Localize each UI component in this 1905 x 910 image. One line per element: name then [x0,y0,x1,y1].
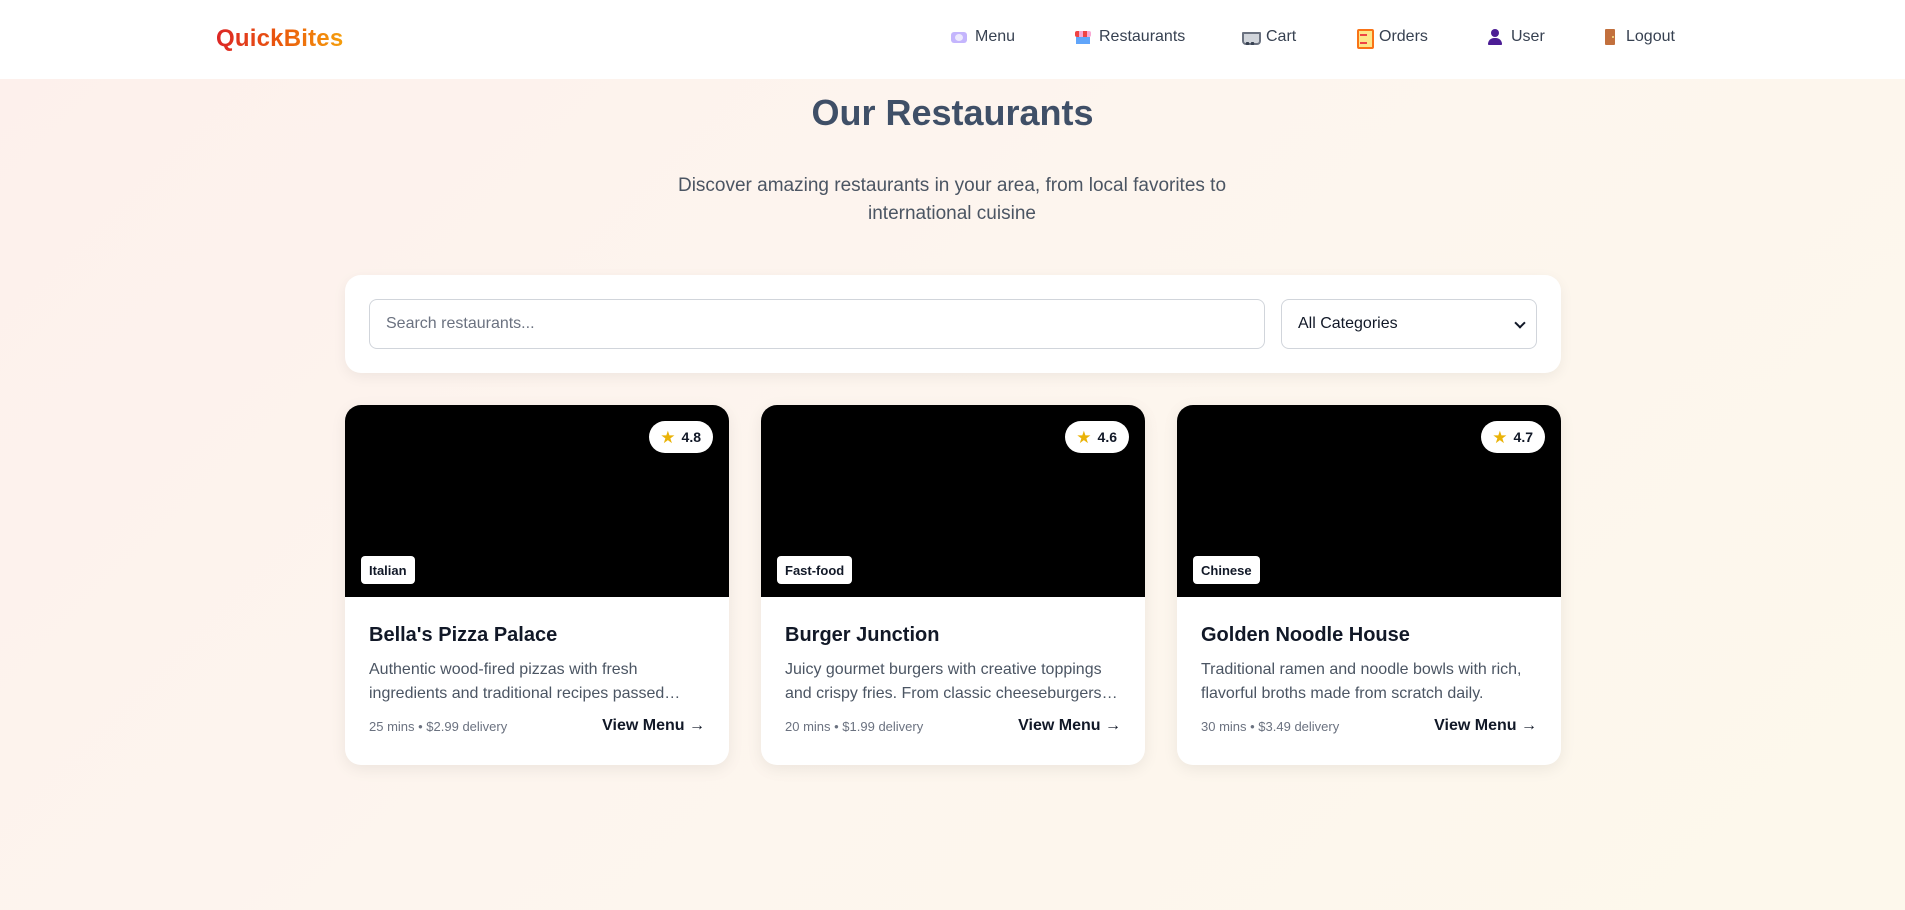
restaurant-description: Traditional ramen and noodle bowls with … [1201,661,1522,702]
rating-badge: ★ 4.7 [1481,421,1545,453]
delivery-info: 20 mins • $1.99 delivery [785,719,924,734]
nav-orders[interactable]: Orders [1354,28,1428,49]
restaurant-card[interactable]: ★ 4.6 Fast-food Burger Junction Juicy go… [761,405,1145,765]
cart-icon [1241,28,1261,46]
page-title: Our Restaurants [811,92,1094,133]
nav-label: Orders [1379,28,1428,45]
category-select-value: All Categories [1298,315,1398,332]
category-select[interactable]: All Categories [1281,299,1537,349]
restaurant-name: Golden Noodle House [1201,624,1410,646]
restaurant-description: Juicy gourmet burgers with creative topp… [785,661,1102,702]
top-header: QuickBites Menu Restaurants Cart Orders … [0,0,1905,79]
rating-badge: ★ 4.6 [1065,421,1129,453]
clipboard-icon [1354,28,1374,49]
nav-label: Menu [975,28,1016,45]
filter-panel: All Categories [345,275,1561,373]
star-icon: ★ [1492,427,1508,447]
star-icon: ★ [660,427,676,447]
restaurant-card[interactable]: ★ 4.8 Italian Bella's Pizza Palace Authe… [345,405,729,765]
menu-plate-icon [950,28,968,46]
nav-label: User [1511,28,1545,45]
chevron-down-icon [1514,317,1526,329]
nav-label: Logout [1626,28,1675,45]
delivery-info: 25 mins • $2.99 delivery [369,719,508,734]
rating-value: 4.8 [681,429,701,445]
rating-value: 4.7 [1513,429,1533,445]
category-tag: Chinese [1193,556,1260,584]
nav-restaurants[interactable]: Restaurants [1074,28,1185,46]
view-menu-link[interactable]: View Menu → [1018,717,1121,735]
nav-logout[interactable]: Logout [1601,28,1675,46]
category-tag: Italian [361,556,415,584]
restaurant-description: Authentic wood-fired pizzas with fresh i… [369,661,681,702]
page-subtitle: Discover amazing restaurants in your are… [677,175,1227,224]
category-tag: Fast-food [777,556,853,584]
door-icon [1601,28,1619,46]
restaurant-icon [1074,28,1092,46]
nav-label: Restaurants [1099,28,1186,45]
nav-menu[interactable]: Menu [950,28,1015,46]
nav-user[interactable]: User [1486,28,1545,46]
user-icon [1486,28,1504,46]
restaurant-card[interactable]: ★ 4.7 Chinese Golden Noodle House Tradit… [1177,405,1561,765]
rating-badge: ★ 4.8 [649,421,713,453]
view-menu-link[interactable]: View Menu → [1434,717,1537,735]
rating-value: 4.6 [1097,429,1117,445]
star-icon: ★ [1076,427,1092,447]
nav-cart[interactable]: Cart [1241,28,1296,46]
restaurant-name: Bella's Pizza Palace [369,624,558,646]
nav-label: Cart [1266,28,1297,45]
search-input[interactable] [369,299,1265,349]
view-menu-link[interactable]: View Menu → [602,717,705,735]
restaurant-name: Burger Junction [785,624,940,646]
delivery-info: 30 mins • $3.49 delivery [1201,719,1340,734]
app-logo[interactable]: QuickBites [216,25,343,53]
